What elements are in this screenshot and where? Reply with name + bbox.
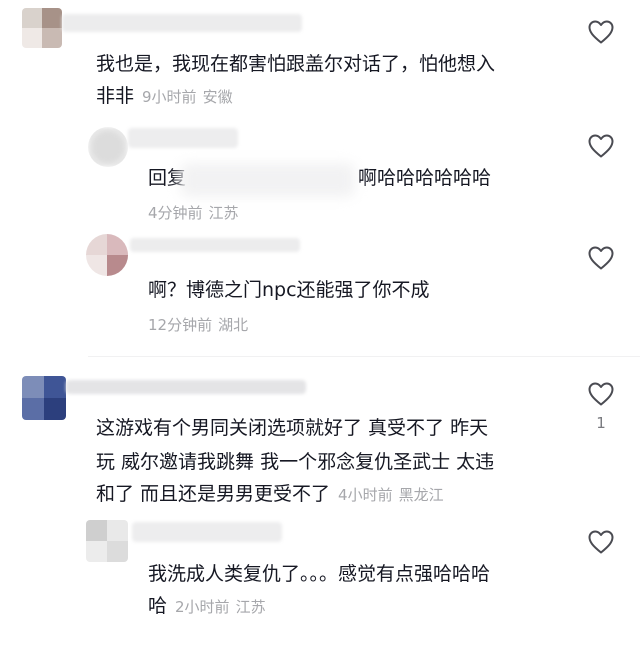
- avatar[interactable]: [86, 234, 128, 276]
- username-blurred[interactable]: [130, 238, 300, 252]
- reply-meta: 12分钟前 湖北: [148, 314, 248, 335]
- heart-outline-icon[interactable]: [587, 133, 615, 159]
- comment-text-cont: 和了 而且还是男男更受不了: [96, 483, 331, 505]
- comment-location: 安徽: [202, 88, 233, 106]
- avatar[interactable]: [88, 127, 128, 167]
- username-blurred[interactable]: [62, 14, 302, 32]
- comment-location: 黑龙江: [398, 486, 444, 504]
- reply-text-line: 哈 2小时前 江苏: [148, 590, 266, 624]
- avatar[interactable]: [86, 520, 128, 562]
- heart-outline-icon[interactable]: [587, 381, 615, 407]
- divider: [88, 356, 640, 357]
- reply-text: 我洗成人类复仇了。。。感觉有点强哈哈哈: [148, 563, 491, 585]
- heart-outline-icon[interactable]: [587, 245, 615, 271]
- heart-outline-icon[interactable]: [587, 19, 615, 45]
- comment-text-line: 非非 9小时前 安徽: [96, 80, 233, 114]
- heart-outline-icon[interactable]: [587, 529, 615, 555]
- avatar[interactable]: [22, 8, 62, 48]
- comment-text-cont: 非非: [96, 85, 135, 107]
- reply-time: 2小时前: [175, 598, 230, 616]
- comment-text: 这游戏有个男同关闭选项就好了 真受不了 昨天: [96, 417, 489, 439]
- username-blurred[interactable]: [128, 128, 238, 148]
- comment-list: 我也是，我现在都害怕跟盖尔对话了，怕他想入 非非 9小时前 安徽 回复 啊哈哈哈哈哈…: [0, 0, 640, 650]
- reply-text-visible: 啊哈哈哈哈哈哈: [358, 162, 491, 195]
- reply-text-cont: 哈: [148, 595, 168, 617]
- reply-text-content: 啊哈哈哈哈哈哈: [358, 167, 492, 189]
- comment-text-line: 玩 威尔邀请我跳舞 我一个邪念复仇圣武士 太违: [96, 451, 495, 473]
- reply-location: 江苏: [208, 204, 239, 222]
- comment-time: 9小时前: [142, 88, 197, 106]
- like-count: 1: [596, 414, 606, 432]
- avatar[interactable]: [22, 376, 66, 420]
- username-blurred[interactable]: [132, 522, 282, 542]
- username-blurred[interactable]: [66, 380, 306, 394]
- reply-time: 12分钟前: [148, 316, 213, 334]
- reply-meta: 4分钟前 江苏: [148, 202, 239, 223]
- comment-time: 4小时前: [338, 486, 393, 504]
- reply-location: 江苏: [235, 598, 266, 616]
- reply-target-blurred: [180, 163, 355, 197]
- reply-text: 啊？博德之门npc还能强了你不成: [148, 279, 430, 301]
- comment-text-line: 和了 而且还是男男更受不了 4小时前 黑龙江: [96, 478, 444, 512]
- reply-location: 湖北: [218, 316, 249, 334]
- comment-text: 我也是，我现在都害怕跟盖尔对话了，怕他想入: [96, 53, 496, 75]
- reply-time: 4分钟前: [148, 204, 203, 222]
